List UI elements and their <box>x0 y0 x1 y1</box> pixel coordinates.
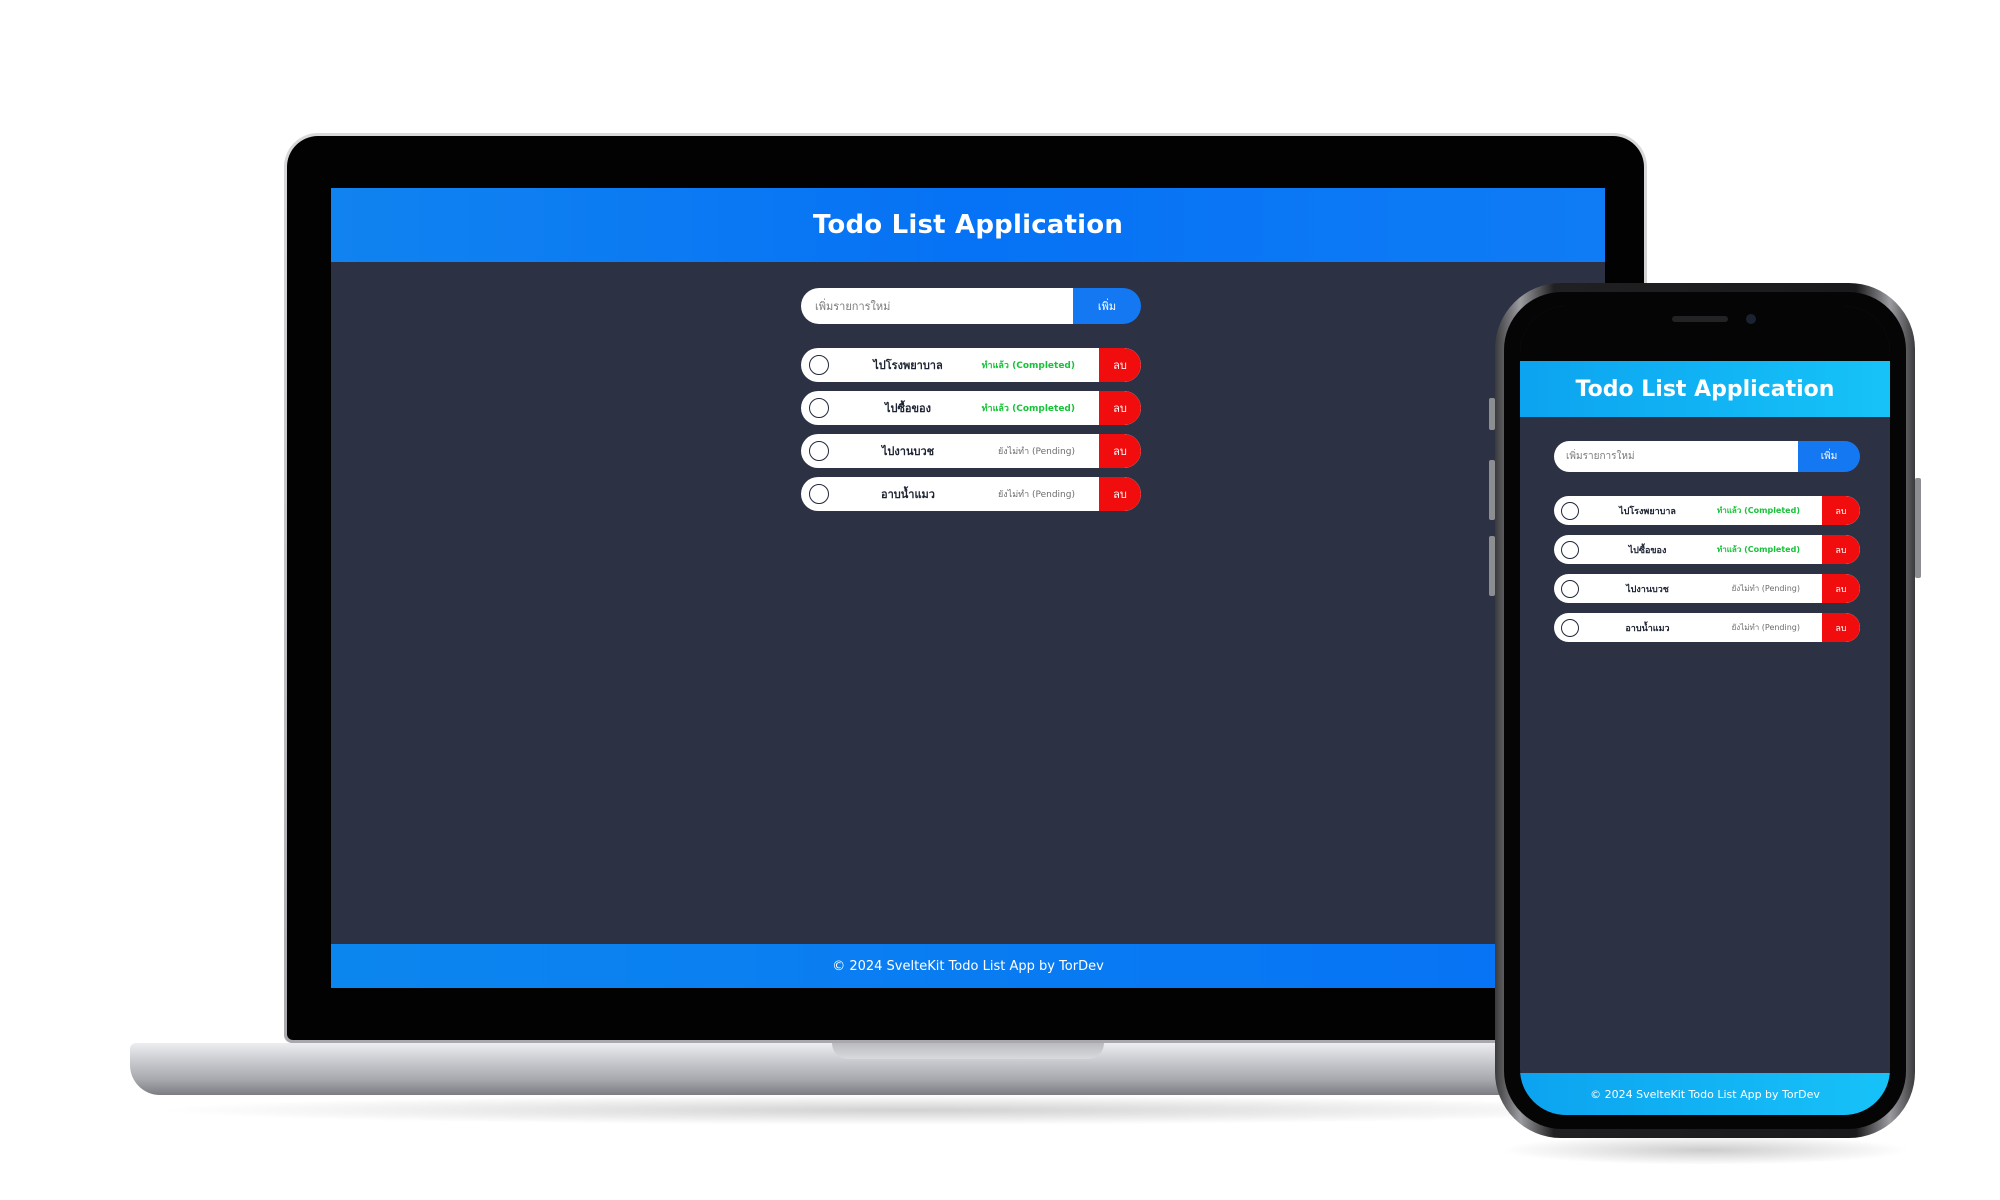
mobile-todo-item: ไปโรงพยาบาล ทำแล้ว (Completed) ลบ <box>1554 496 1860 525</box>
todo-item: ไปซื้อของ ทำแล้ว (Completed) ลบ <box>801 391 1141 425</box>
mobile-app-header: Todo List Application <box>1520 361 1890 417</box>
phone-bezel: Todo List Application เพิ่ม ไปโรงพยาบาล … <box>1504 292 1906 1129</box>
app-main: เพิ่ม ไปโรงพยาบาล ทำแล้ว (Completed) ลบ <box>331 262 1605 944</box>
mobile-todo-text: ไปซื้อของ <box>1628 545 1667 556</box>
phone-power-button <box>1915 478 1921 578</box>
desktop-app: Todo List Application เพิ่ม ไปโรงพยาบาล … <box>331 188 1605 988</box>
mobile-app: Todo List Application เพิ่ม ไปโรงพยาบาล … <box>1520 306 1890 1115</box>
mobile-todo-text: ไปโรงพยาบาล <box>1619 506 1676 517</box>
check-icon <box>814 361 824 369</box>
todo-status: ยังไม่ทำ (Pending) <box>998 447 1075 457</box>
todo-item: ไปงานบวช ยังไม่ทำ (Pending) ลบ <box>801 434 1141 468</box>
todo-text: ไปงานบวช <box>881 445 935 458</box>
todo-status: ทำแล้ว (Completed) <box>981 404 1075 414</box>
app-title: Todo List Application <box>812 210 1124 240</box>
laptop-bezel: Todo List Application เพิ่ม ไปโรงพยาบาล … <box>287 136 1644 1040</box>
check-icon <box>1565 546 1575 553</box>
device-mockup-stage: Todo List Application เพิ่ม ไปโรงพยาบาล … <box>0 0 2000 1200</box>
phone-camera <box>1746 314 1756 324</box>
mobile-todo-item: อาบน้ำแมว ยังไม่ทำ (Pending) ลบ <box>1554 613 1860 642</box>
mobile-delete-todo-button[interactable]: ลบ <box>1822 496 1860 525</box>
mobile-app-main: เพิ่ม ไปโรงพยาบาล ทำแล้ว (Completed) ลบ <box>1520 417 1890 1073</box>
todo-text: ไปซื้อของ <box>884 402 932 415</box>
phone-screen: Todo List Application เพิ่ม ไปโรงพยาบาล … <box>1520 306 1890 1115</box>
phone-shadow <box>1500 1135 1910 1165</box>
app-header: Todo List Application <box>331 188 1605 262</box>
mobile-todo-status: ทำแล้ว (Completed) <box>1717 506 1800 515</box>
mobile-app-footer: © 2024 SvelteKit Todo List App by TorDev <box>1520 1073 1890 1115</box>
todo-list: ไปโรงพยาบาล ทำแล้ว (Completed) ลบ ไปซื้อ… <box>801 348 1141 520</box>
delete-todo-button[interactable]: ลบ <box>1099 434 1141 468</box>
delete-todo-button[interactable]: ลบ <box>1099 348 1141 382</box>
mobile-todo-text: อาบน้ำแมว <box>1625 623 1670 634</box>
mobile-delete-todo-button[interactable]: ลบ <box>1822 574 1860 603</box>
phone-speaker <box>1672 316 1728 322</box>
check-icon <box>814 404 824 412</box>
mobile-app-title: Todo List Application <box>1575 376 1835 402</box>
mobile-todo-item: ไปงานบวช ยังไม่ทำ (Pending) ลบ <box>1554 574 1860 603</box>
phone-notch <box>1600 306 1810 340</box>
delete-todo-button[interactable]: ลบ <box>1099 391 1141 425</box>
todo-toggle-checkbox[interactable] <box>809 441 829 461</box>
mobile-todo-status: ยังไม่ทำ (Pending) <box>1731 623 1800 632</box>
phone-frame: Todo List Application เพิ่ม ไปโรงพยาบาล … <box>1495 283 1915 1138</box>
mobile-footer-text: © 2024 SvelteKit Todo List App by TorDev <box>1590 1087 1820 1101</box>
todo-item: อาบน้ำแมว ยังไม่ทำ (Pending) ลบ <box>801 477 1141 511</box>
laptop-hinge-notch <box>832 1043 1104 1059</box>
mobile-todo-list: ไปโรงพยาบาล ทำแล้ว (Completed) ลบ ไปซื้อ… <box>1554 496 1860 652</box>
todo-item: ไปโรงพยาบาล ทำแล้ว (Completed) ลบ <box>801 348 1141 382</box>
mobile-add-todo-form: เพิ่ม <box>1554 441 1860 472</box>
mobile-todo-text: ไปงานบวช <box>1626 584 1669 595</box>
todo-toggle-checkbox[interactable] <box>809 484 829 504</box>
mobile-todo-item: ไปซื้อของ ทำแล้ว (Completed) ลบ <box>1554 535 1860 564</box>
mobile-todo-toggle-checkbox[interactable] <box>1561 579 1579 598</box>
app-footer: © 2024 SvelteKit Todo List App by TorDev <box>331 944 1605 988</box>
laptop-screen: Todo List Application เพิ่ม ไปโรงพยาบาล … <box>331 188 1605 988</box>
todo-text: ไปโรงพยาบาล <box>873 359 943 372</box>
mobile-todo-toggle-checkbox[interactable] <box>1561 540 1579 559</box>
laptop-shadow <box>150 1095 1670 1125</box>
footer-text: © 2024 SvelteKit Todo List App by TorDev <box>832 958 1104 974</box>
laptop-lid: Todo List Application เพิ่ม ไปโรงพยาบาล … <box>284 133 1647 1043</box>
add-todo-form: เพิ่ม <box>801 288 1141 324</box>
add-todo-button[interactable]: เพิ่ม <box>1073 288 1141 324</box>
check-icon <box>1565 507 1575 514</box>
mobile-add-todo-button[interactable]: เพิ่ม <box>1798 441 1860 472</box>
mobile-todo-status: ยังไม่ทำ (Pending) <box>1731 584 1800 593</box>
todo-status: ยังไม่ทำ (Pending) <box>998 490 1075 500</box>
mobile-delete-todo-button[interactable]: ลบ <box>1822 535 1860 564</box>
todo-text: อาบน้ำแมว <box>881 488 935 501</box>
mobile-todo-toggle-checkbox[interactable] <box>1561 501 1579 520</box>
todo-toggle-checkbox[interactable] <box>809 398 829 418</box>
todo-status: ทำแล้ว (Completed) <box>981 361 1075 371</box>
mobile-delete-todo-button[interactable]: ลบ <box>1822 613 1860 642</box>
new-todo-input[interactable] <box>801 288 1073 324</box>
mobile-todo-status: ทำแล้ว (Completed) <box>1717 545 1800 554</box>
mobile-todo-toggle-checkbox[interactable] <box>1561 618 1579 637</box>
delete-todo-button[interactable]: ลบ <box>1099 477 1141 511</box>
todo-toggle-checkbox[interactable] <box>809 355 829 375</box>
mobile-new-todo-input[interactable] <box>1554 441 1798 472</box>
